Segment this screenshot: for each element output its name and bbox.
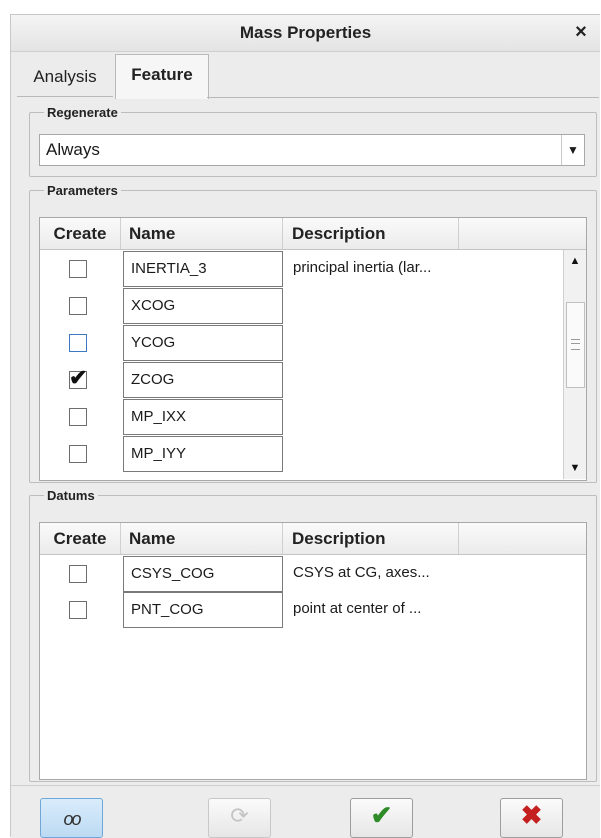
datums-legend: Datums — [47, 488, 95, 503]
mass-properties-dialog: Mass Properties × Analysis Feature Regen… — [10, 14, 600, 838]
table-row: XCOG — [40, 287, 565, 324]
create-checkbox[interactable] — [69, 565, 87, 583]
name-text: CSYS_COG — [131, 565, 215, 582]
create-checkbox[interactable] — [69, 601, 87, 619]
table-row: MP_IXX — [40, 398, 565, 435]
table-row: YCOG — [40, 324, 565, 361]
glasses-icon: oo — [63, 809, 81, 829]
name-field[interactable]: MP_IYY — [123, 436, 283, 472]
tab-feature[interactable]: Feature — [115, 54, 209, 99]
title-bar: Mass Properties × — [11, 15, 600, 52]
scroll-down-icon[interactable]: ▼ — [564, 457, 586, 479]
name-field[interactable]: PNT_COG — [123, 592, 283, 628]
create-checkbox[interactable]: ✔ — [69, 365, 87, 390]
name-text: MP_IXX — [131, 408, 187, 425]
regenerate-legend: Regenerate — [47, 105, 118, 120]
repaint-button[interactable]: ⟳ — [208, 798, 271, 838]
name-text: XCOG — [131, 297, 176, 314]
close-icon[interactable]: × — [570, 20, 592, 44]
tab-strip: Analysis Feature — [11, 52, 600, 99]
refresh-icon: ⟳ — [230, 803, 249, 828]
column-empty — [460, 523, 586, 554]
dialog-title: Mass Properties — [239, 23, 372, 42]
regenerate-group: Regenerate Always ▼ — [29, 105, 597, 177]
description-text: CSYS at CG, axes... — [293, 564, 430, 581]
name-field[interactable]: MP_IXX — [123, 399, 283, 435]
parameters-legend: Parameters — [47, 183, 118, 198]
checkmark-icon: ✔ — [69, 365, 88, 390]
create-checkbox[interactable] — [69, 260, 87, 278]
name-text: INERTIA_3 — [131, 260, 207, 277]
datums-table: Create Name Description CSYS_COG CSYS at… — [39, 522, 587, 780]
table-row: ✔ ZCOG — [40, 361, 565, 398]
grip-icon — [571, 339, 580, 350]
parameters-scrollbar[interactable]: ▲ ▼ — [563, 250, 586, 479]
name-text: MP_IYY — [131, 445, 187, 462]
column-name[interactable]: Name — [121, 218, 283, 249]
datums-header: Create Name Description — [40, 523, 586, 555]
name-text: YCOG — [131, 334, 176, 351]
name-field[interactable]: INERTIA_3 — [123, 251, 283, 287]
parameters-header: Create Name Description — [40, 218, 586, 250]
create-checkbox[interactable] — [69, 445, 87, 463]
column-description[interactable]: Description — [284, 523, 459, 554]
column-create[interactable]: Create — [40, 218, 121, 249]
column-name[interactable]: Name — [121, 523, 283, 554]
cancel-x-icon: ✖ — [520, 800, 543, 830]
table-row: PNT_COG point at center of ... — [40, 591, 565, 628]
preview-button[interactable]: oo — [40, 798, 103, 838]
table-row: MP_IYY — [40, 435, 565, 472]
name-field[interactable]: XCOG — [123, 288, 283, 324]
tab-divider — [207, 97, 599, 98]
description-text: point at center of ... — [293, 600, 422, 617]
checkmark-icon: ✔ — [370, 800, 393, 830]
create-checkbox[interactable] — [69, 334, 87, 352]
datums-group: Datums Create Name Description CSYS_COG … — [29, 488, 597, 782]
name-field[interactable]: YCOG — [123, 325, 283, 361]
description-text: principal inertia (lar... — [293, 259, 432, 276]
button-bar: oo ⟳ ✔ ✖ — [11, 785, 600, 838]
cancel-button[interactable]: ✖ — [500, 798, 563, 838]
regenerate-dropdown[interactable]: Always ▼ — [39, 134, 585, 166]
regenerate-value: Always — [46, 140, 100, 159]
column-create[interactable]: Create — [40, 523, 121, 554]
table-row: INERTIA_3 principal inertia (lar... — [40, 250, 565, 287]
ok-button[interactable]: ✔ — [350, 798, 413, 838]
scroll-up-icon[interactable]: ▲ — [564, 250, 586, 272]
name-field[interactable]: ZCOG — [123, 362, 283, 398]
table-row: CSYS_COG CSYS at CG, axes... — [40, 555, 565, 592]
tab-analysis[interactable]: Analysis — [17, 58, 113, 97]
column-description[interactable]: Description — [284, 218, 459, 249]
name-text: ZCOG — [131, 371, 175, 388]
scrollbar-thumb[interactable] — [566, 302, 585, 388]
parameters-table: Create Name Description INERTIA_3 princi… — [39, 217, 587, 481]
name-text: PNT_COG — [131, 601, 204, 618]
name-field[interactable]: CSYS_COG — [123, 556, 283, 592]
create-checkbox[interactable] — [69, 297, 87, 315]
parameters-group: Parameters Create Name Description INERT… — [29, 183, 597, 483]
create-checkbox[interactable] — [69, 408, 87, 426]
chevron-down-icon[interactable]: ▼ — [561, 135, 584, 165]
column-empty — [460, 218, 586, 249]
